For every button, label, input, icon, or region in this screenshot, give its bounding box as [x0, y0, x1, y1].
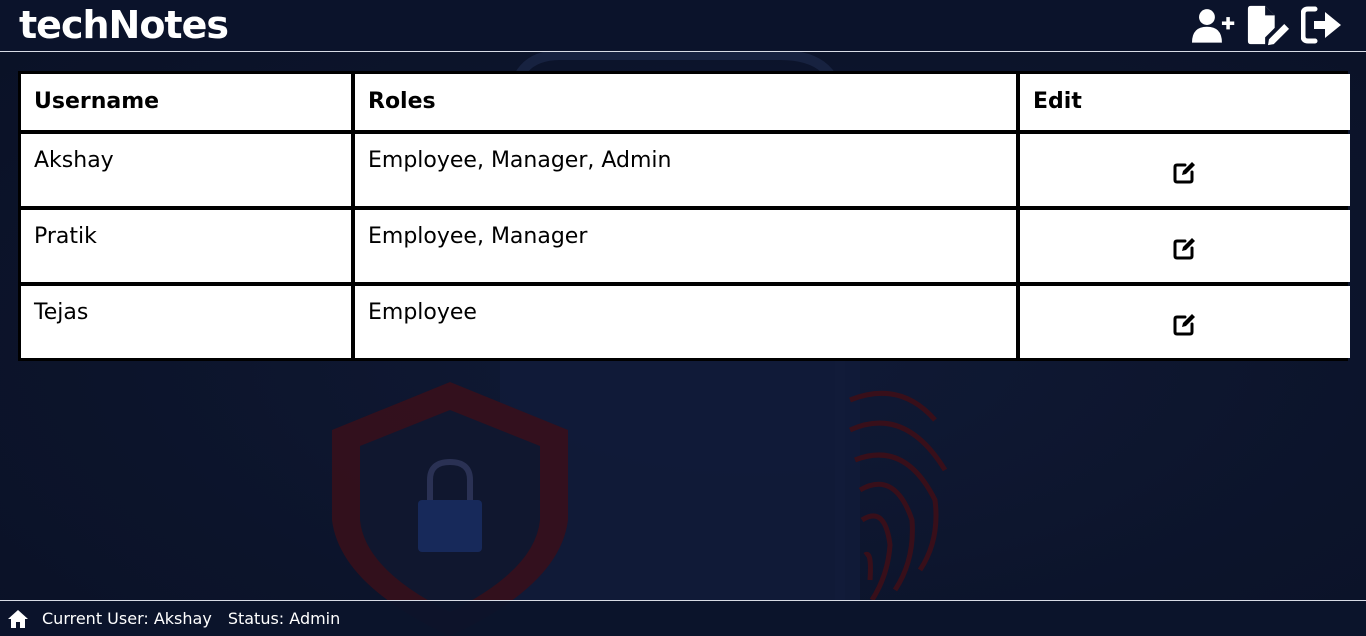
column-header-edit: Edit	[1020, 74, 1350, 130]
top-bar: techNotes	[0, 0, 1366, 52]
edit-icon	[1173, 237, 1195, 259]
username-cell: Pratik	[21, 210, 351, 282]
header-actions	[1192, 4, 1344, 46]
user-plus-icon	[1192, 9, 1235, 43]
username-cell: Akshay	[21, 134, 351, 206]
edit-cell	[1020, 134, 1350, 206]
edit-user-button[interactable]	[1170, 233, 1200, 263]
page: techNotes Username Roles Edit Akshay Emp…	[0, 0, 1366, 636]
username-cell: Tejas	[21, 286, 351, 358]
current-user-label: Current User: Akshay	[42, 609, 212, 628]
column-header-roles: Roles	[355, 74, 1016, 130]
app-title[interactable]: techNotes	[19, 2, 229, 48]
add-user-button[interactable]	[1192, 4, 1236, 46]
edit-cell	[1020, 210, 1350, 282]
column-header-username: Username	[21, 74, 351, 130]
edit-user-button[interactable]	[1170, 309, 1200, 339]
edit-cell	[1020, 286, 1350, 358]
footer-bar: Current User: Akshay Status: Admin	[0, 600, 1366, 636]
logout-button[interactable]	[1300, 4, 1344, 46]
edit-icon	[1173, 313, 1195, 335]
roles-cell: Employee, Manager, Admin	[355, 134, 1016, 206]
edit-user-button[interactable]	[1170, 157, 1200, 187]
home-button[interactable]	[6, 607, 30, 631]
home-icon	[8, 609, 28, 628]
logout-icon	[1301, 6, 1341, 44]
users-table: Username Roles Edit Akshay Employee, Man…	[18, 71, 1350, 361]
edit-icon	[1173, 161, 1195, 183]
status-label: Status: Admin	[227, 609, 341, 628]
roles-cell: Employee	[355, 286, 1016, 358]
add-note-button[interactable]	[1246, 4, 1290, 46]
roles-cell: Employee, Manager	[355, 210, 1016, 282]
file-pen-icon	[1247, 5, 1290, 46]
